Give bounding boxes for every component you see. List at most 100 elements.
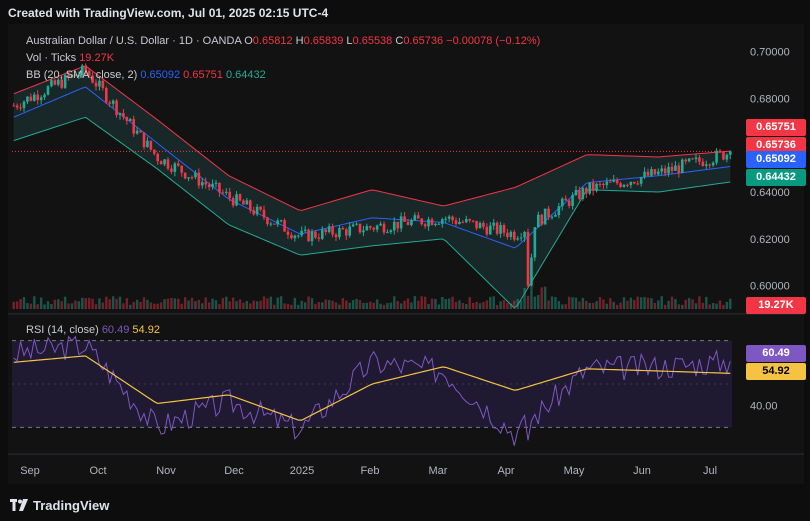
candle-body — [560, 198, 564, 207]
candle-body — [242, 200, 245, 205]
candle-body — [118, 113, 122, 116]
volume-bar — [197, 299, 201, 309]
candle-body — [310, 231, 314, 242]
open-label: O — [244, 35, 253, 47]
candle-body — [550, 216, 554, 218]
bb-legend: BB (20, SMA, close, 2) 0.65092 0.65751 0… — [26, 69, 266, 81]
candle-body — [156, 153, 160, 162]
candle-body — [173, 163, 177, 172]
volume-bar — [687, 298, 691, 309]
candle-body — [639, 177, 643, 184]
volume-bar — [163, 299, 166, 309]
volume-bar — [660, 296, 663, 309]
candle-body — [636, 183, 640, 185]
volume-bar — [177, 298, 180, 309]
volume-bar — [454, 301, 458, 309]
candle-body — [488, 225, 492, 235]
volume-bar — [519, 300, 523, 309]
volume-bar — [643, 296, 646, 309]
volume-bar — [348, 302, 351, 309]
open-value: 0.65812 — [252, 35, 293, 47]
volume-bar — [351, 300, 355, 309]
candle-body — [670, 166, 674, 171]
candle-body — [519, 237, 523, 239]
volume-bar — [259, 300, 262, 309]
candle-body — [437, 223, 441, 225]
volume-bar — [22, 297, 26, 309]
volume-bar — [63, 296, 67, 309]
volume-bar — [574, 297, 578, 309]
volume-bar — [715, 303, 718, 309]
volume-bar — [694, 303, 698, 309]
candle-body — [663, 168, 667, 174]
volume-bar — [156, 303, 159, 309]
volume-bar — [115, 298, 118, 309]
volume-bar — [722, 304, 725, 309]
volume-bar — [705, 296, 708, 309]
volume-bar — [334, 302, 338, 309]
volume-bar — [293, 297, 297, 309]
volume-bar — [108, 299, 111, 309]
candle-body — [626, 184, 629, 186]
candle-body — [98, 80, 101, 87]
volume-badge: 19.27K — [746, 297, 806, 314]
candle-body — [509, 231, 513, 237]
volume-bar — [324, 299, 327, 309]
candle-body — [211, 183, 214, 188]
volume-bar — [393, 296, 396, 309]
volume-bar — [29, 303, 33, 309]
volume-bar — [43, 304, 46, 309]
tradingview-logo[interactable]: TradingView — [10, 498, 109, 513]
volume-bar — [567, 296, 571, 309]
candle-body — [413, 215, 417, 221]
volume-bar — [701, 302, 705, 309]
created-text: Created with TradingView.com, Jul 01, 20… — [8, 6, 329, 20]
candle-body — [475, 220, 478, 229]
candle-body — [506, 232, 509, 237]
volume-bar — [341, 298, 345, 309]
volume-bar — [691, 299, 694, 309]
candle-body — [543, 208, 547, 225]
volume-bar — [183, 297, 187, 309]
volume-bar — [633, 299, 636, 309]
candle-body — [499, 225, 502, 234]
volume-bar — [591, 302, 595, 309]
candle-body — [279, 220, 283, 222]
candle-body — [125, 116, 129, 121]
rsi-value: 60.49 — [101, 324, 130, 336]
volume-bar — [492, 296, 495, 309]
volume-bar — [523, 287, 526, 309]
volume-bar — [451, 296, 454, 309]
volume-bar — [26, 303, 29, 309]
volume-bar — [87, 297, 91, 309]
chart-svg[interactable]: 0.700000.680000.660000.640000.620000.600… — [8, 24, 804, 484]
price-tick-label: 0.70000 — [750, 47, 790, 59]
volume-bar — [266, 298, 269, 309]
time-tick-label: Dec — [224, 465, 244, 477]
volume-bar — [355, 298, 358, 309]
candle-body — [375, 225, 379, 230]
volume-bar — [369, 301, 372, 309]
volume-bar — [526, 295, 530, 309]
chart-area[interactable]: 0.700000.680000.660000.640000.620000.600… — [8, 24, 806, 484]
candle-body — [224, 191, 228, 193]
volume-bar — [478, 303, 482, 309]
candle-body — [317, 237, 321, 239]
bb-upper-value: 0.65751 — [183, 69, 223, 81]
candle-body — [612, 179, 616, 182]
candle-body — [708, 164, 712, 166]
candle-body — [608, 181, 612, 183]
candle-body — [581, 188, 585, 199]
volume-bar — [729, 298, 732, 309]
volume-bar — [657, 300, 660, 309]
volume-bar — [585, 300, 588, 309]
volume-value: 19.27K — [79, 52, 115, 64]
volume-bar — [626, 300, 629, 309]
volume-legend: Vol · Ticks 19.27K — [26, 52, 114, 64]
volume-label: Vol · Ticks — [26, 52, 77, 64]
candle-body — [698, 157, 701, 162]
candle-body — [660, 168, 664, 172]
volume-bar — [166, 298, 170, 309]
volume-bar — [615, 304, 619, 309]
volume-bar — [194, 301, 197, 309]
